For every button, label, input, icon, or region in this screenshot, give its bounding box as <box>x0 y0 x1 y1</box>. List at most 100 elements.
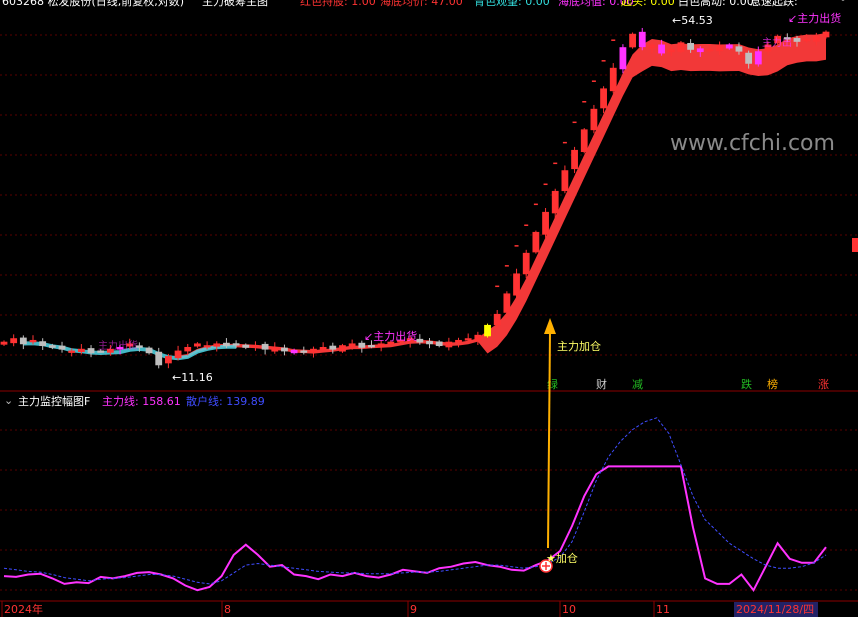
candle-body-82 <box>793 38 801 42</box>
header-item-3: 海底均价: 47.00 <box>380 0 463 8</box>
header-item-0: 603268 松发股份(日线,前复权,对数) <box>2 0 184 8</box>
candle-body-76 <box>735 46 743 52</box>
candle-body-20 <box>194 343 201 347</box>
candle-body-70 <box>677 42 685 52</box>
candle-body-17 <box>165 356 172 364</box>
candle-body-68 <box>658 44 665 54</box>
candle-body-27 <box>261 343 269 350</box>
add-position-label: ★加仓 <box>546 551 578 565</box>
signal-3: 跌 <box>741 377 752 391</box>
sell-label-1: ↙主力出货 <box>364 329 417 343</box>
right-edge-marker <box>852 238 858 252</box>
candle-body-43 <box>416 338 424 343</box>
candle-body-56 <box>542 211 549 235</box>
candle-body-23 <box>223 342 230 347</box>
cursor-date: 2024/11/28/四 <box>736 603 814 616</box>
candle-body-63 <box>609 67 617 92</box>
indicator-title: 主力监控幅图F <box>18 394 90 408</box>
x-label-4: 11 <box>656 603 670 616</box>
candle-body-26 <box>252 345 259 348</box>
candle-body-71 <box>687 42 695 50</box>
x-label-1: 8 <box>224 603 231 616</box>
sell-fragment-label: 主力出 <box>762 36 792 49</box>
header-menu[interactable]: ﹀ <box>838 0 848 9</box>
stock-chart[interactable]: 603268 松发股份(日线,前复权,对数) 主力破筹主图 红色持股: 1.00 海底… <box>0 0 858 617</box>
candle-body-78 <box>754 51 762 65</box>
candle-body-8 <box>77 348 85 353</box>
candle-body-47 <box>455 339 462 343</box>
signal-5: 涨 <box>818 378 829 391</box>
candle-body-85 <box>822 31 830 38</box>
candle-body-7 <box>68 350 76 353</box>
candle-body-16 <box>155 351 163 366</box>
candle-body-28 <box>271 346 279 352</box>
candle-body-59 <box>571 149 578 170</box>
sell-label-2: ↙主力出货 <box>788 11 841 25</box>
candle-body-4 <box>39 341 47 347</box>
header-item-8: 急速起跌: <box>750 0 798 8</box>
candle-body-84 <box>812 35 820 42</box>
candle-body-2 <box>19 337 27 345</box>
header-item-6: 起头: 0.00 <box>621 0 675 8</box>
header-item-2: 红色持股: 1.00 <box>300 0 376 8</box>
candle-body-61 <box>590 108 598 131</box>
candle-body-34 <box>329 345 337 350</box>
candle-body-31 <box>300 350 308 353</box>
candle-body-38 <box>368 345 375 348</box>
x-label-0: 2024年 <box>4 602 43 616</box>
candle-body-35 <box>339 345 346 352</box>
candle-body-74 <box>716 44 724 52</box>
candle-body-1 <box>10 338 18 344</box>
high-price-label: ←54.53 <box>672 14 713 27</box>
candle-body-75 <box>725 44 733 49</box>
candle-body-0 <box>0 341 8 345</box>
candle-body-45 <box>435 341 443 347</box>
candle-body-49 <box>474 334 482 341</box>
candle-body-37 <box>358 342 366 348</box>
candle-body-53 <box>513 273 520 296</box>
candle-body-67 <box>648 44 656 49</box>
candle-body-21 <box>203 345 211 348</box>
candle-body-52 <box>503 293 511 313</box>
retail-line-label: 散户线: 139.89 <box>186 394 265 408</box>
candle-body-83 <box>803 38 811 42</box>
candle-body-5 <box>48 345 56 348</box>
candle-body-48 <box>464 338 472 341</box>
candle-body-58 <box>561 170 569 192</box>
chart-background <box>0 0 858 617</box>
main-line-label: 主力线: 158.61 <box>102 394 181 408</box>
indicator-collapse-icon[interactable]: ⌄ <box>4 394 13 407</box>
header-item-7: 白色高动: 0.00 <box>678 0 754 8</box>
left-sell-fragment-label: 主力出货 <box>98 339 138 352</box>
candle-body-64 <box>619 47 627 70</box>
candle-body-77 <box>745 52 753 64</box>
low-price-label: ←11.16 <box>172 371 213 384</box>
candle-body-33 <box>319 346 327 350</box>
candle-body-22 <box>213 343 221 347</box>
candle-body-69 <box>667 48 675 53</box>
watermark: www.cfchi.com <box>670 131 835 156</box>
candle-body-19 <box>184 346 192 352</box>
chevron-down-icon[interactable]: ﹀ <box>838 0 848 9</box>
signal-1: 财 <box>596 377 607 391</box>
candle-body-30 <box>290 349 298 354</box>
candle-body-50 <box>484 324 491 337</box>
candle-body-57 <box>551 190 559 214</box>
candle-body-25 <box>242 344 250 348</box>
candle-body-65 <box>629 33 636 48</box>
candle-body-24 <box>232 343 240 346</box>
x-label-3: 10 <box>562 603 576 616</box>
candle-body-72 <box>696 48 704 53</box>
candle-body-51 <box>493 313 501 326</box>
candle-body-29 <box>281 347 288 352</box>
candle-body-3 <box>29 339 37 343</box>
candle-body-15 <box>145 347 153 354</box>
candle-body-6 <box>58 345 66 350</box>
candle-body-44 <box>426 341 433 345</box>
x-label-2: 9 <box>410 603 417 616</box>
candle-body-39 <box>377 343 385 348</box>
candle-body-60 <box>580 129 588 153</box>
candle-body-46 <box>445 341 453 348</box>
candle-body-55 <box>532 231 540 253</box>
header-item-4: 青色观望: 0.00 <box>474 0 550 8</box>
